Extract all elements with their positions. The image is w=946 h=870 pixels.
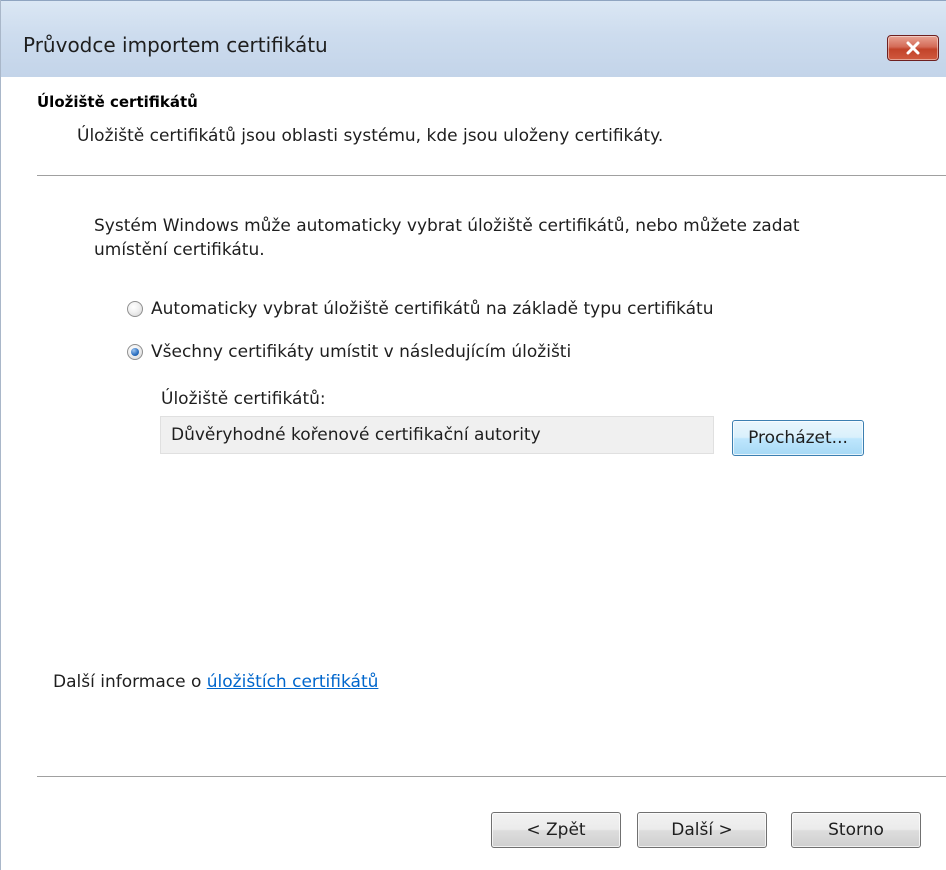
intro-text: Systém Windows může automaticky vybrat ú… xyxy=(94,216,800,260)
page-description: Úložiště certifikátů jsou oblasti systém… xyxy=(77,126,664,146)
cancel-button[interactable]: Storno xyxy=(791,812,921,848)
radio-auto-select-label: Automaticky vybrat úložiště certifikátů … xyxy=(151,299,714,319)
more-info-prefix: Další informace o xyxy=(53,672,207,692)
certificate-import-wizard-window: Průvodce importem certifikátu Úložiště c… xyxy=(0,0,946,870)
page-title: Úložiště certifikátů xyxy=(37,93,198,111)
radio-place-in-store[interactable]: Všechny certifikáty umístit v následujíc… xyxy=(127,342,571,362)
next-button[interactable]: Další > xyxy=(637,812,767,848)
certificate-store-label: Úložiště certifikátů: xyxy=(161,389,326,409)
window-title: Průvodce importem certifikátu xyxy=(23,33,328,57)
close-button[interactable] xyxy=(887,35,939,61)
radio-button-unchecked[interactable] xyxy=(127,301,143,317)
back-button[interactable]: < Zpět xyxy=(491,812,621,848)
more-info-text: Další informace o úložištích certifikátů xyxy=(53,672,378,692)
certificate-stores-link[interactable]: úložištích certifikátů xyxy=(207,672,379,692)
browse-button[interactable]: Procházet... xyxy=(732,420,864,456)
radio-place-in-store-label: Všechny certifikáty umístit v následujíc… xyxy=(151,342,572,362)
wizard-header-panel xyxy=(1,77,946,171)
certificate-store-field: Důvěryhodné kořenové certifikační autori… xyxy=(160,416,714,454)
title-bar[interactable]: Průvodce importem certifikátu xyxy=(1,0,946,77)
header-separator xyxy=(37,175,946,177)
footer-separator xyxy=(37,776,946,778)
close-icon xyxy=(906,41,920,55)
radio-auto-select-store[interactable]: Automaticky vybrat úložiště certifikátů … xyxy=(127,299,713,319)
radio-button-checked[interactable] xyxy=(127,344,143,360)
